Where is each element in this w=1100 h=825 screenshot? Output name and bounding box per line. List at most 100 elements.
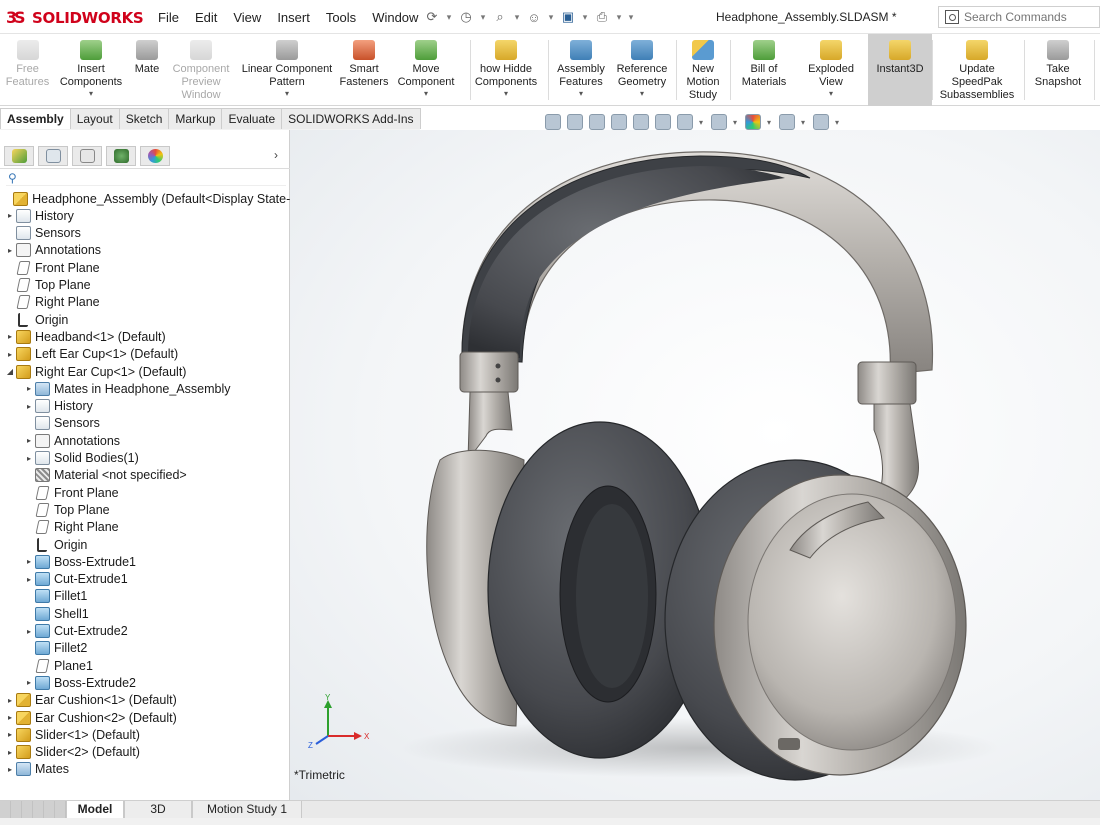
expand-icon[interactable]: ▸ — [23, 627, 35, 636]
mate-button[interactable]: Mate — [128, 34, 166, 106]
tab-markup[interactable]: Markup — [168, 108, 223, 129]
tab-evaluate[interactable]: Evaluate — [221, 108, 283, 129]
tree-node[interactable]: Sensors — [4, 225, 81, 242]
property-manager-tab[interactable] — [38, 146, 68, 166]
expand-icon[interactable]: ▸ — [23, 454, 35, 463]
chevron-down-icon[interactable]: ▾ — [801, 118, 807, 127]
tab-3d-views[interactable]: 3D Views — [124, 801, 192, 825]
tab-scroll-arrows[interactable] — [0, 801, 66, 818]
expand-icon[interactable]: ▸ — [23, 402, 35, 411]
insert-components-button[interactable]: Insert Components ▾ — [58, 34, 124, 106]
zoom-to-area-icon[interactable] — [567, 114, 583, 130]
chevron-down-icon[interactable]: ▾ — [579, 89, 583, 99]
linear-component-pattern-button[interactable]: Linear Component Pattern ▾ — [240, 34, 334, 106]
expand-icon[interactable]: ▸ — [23, 678, 35, 687]
chevron-right-icon[interactable]: › — [274, 148, 278, 162]
chevron-down-icon[interactable]: ▾ — [767, 118, 773, 127]
new-motion-study-button[interactable]: New Motion Study — [680, 34, 726, 106]
tree-node[interactable]: Top Plane — [23, 501, 110, 518]
tree-node[interactable]: Fillet1 — [23, 588, 87, 605]
expand-icon[interactable]: ▸ — [4, 350, 16, 359]
tree-node[interactable]: ▸ Cut-Extrude1 — [23, 571, 128, 588]
tree-node[interactable]: ◢ Right Ear Cup<1> (Default) — [4, 363, 186, 380]
tab-layout[interactable]: Layout — [69, 108, 120, 129]
tree-node[interactable]: Headphone_Assembly (Default<Display Stat… — [1, 190, 309, 207]
display-style-icon[interactable] — [677, 114, 693, 130]
tree-node[interactable]: Fillet2 — [23, 640, 87, 657]
chevron-down-icon[interactable]: ▾ — [512, 12, 522, 23]
chevron-down-icon[interactable]: ▾ — [478, 12, 488, 23]
take-snapshot-button[interactable]: Take Snapshot — [1030, 34, 1086, 106]
headphone-model[interactable] — [290, 130, 1100, 800]
show-hidden-components-button[interactable]: how Hidde Components ▾ — [475, 34, 537, 106]
chevron-down-icon[interactable]: ▾ — [546, 12, 556, 23]
menu-insert[interactable]: Insert — [269, 10, 318, 25]
menu-file[interactable]: File — [150, 10, 187, 25]
tree-node[interactable]: Right Plane — [23, 519, 119, 536]
view-orientation-icon[interactable] — [655, 114, 671, 130]
tree-node[interactable]: Plane1 — [23, 657, 93, 674]
edit-appearance-icon[interactable] — [745, 114, 761, 130]
expand-icon[interactable]: ▸ — [23, 575, 35, 584]
chevron-down-icon[interactable]: ▾ — [829, 89, 833, 99]
tree-filter[interactable]: ⚲ — [6, 170, 286, 186]
chevron-down-icon[interactable]: ▾ — [89, 89, 93, 99]
tree-node[interactable]: ▸ Slider<1> (Default) — [4, 726, 140, 743]
previous-view-icon[interactable] — [589, 114, 605, 130]
tree-node[interactable]: ▸ Headband<1> (Default) — [4, 328, 166, 345]
expand-icon[interactable]: ▸ — [4, 765, 16, 774]
options-icon[interactable]: ◷ — [456, 7, 476, 27]
hide-show-items-icon[interactable] — [711, 114, 727, 130]
tab-solidworks-add-ins[interactable]: SOLIDWORKS Add-Ins — [281, 108, 421, 129]
tree-node[interactable]: ▸ Boss-Extrude1 — [23, 553, 136, 570]
select-icon[interactable]: ⌕ — [490, 7, 510, 27]
expand-icon[interactable]: ▸ — [4, 696, 16, 705]
component-preview-window-button[interactable]: Component Preview Window — [170, 34, 232, 106]
tree-node[interactable]: ▸ History — [4, 207, 74, 224]
tree-node[interactable]: ▸ Mates — [4, 761, 69, 778]
chevron-down-icon[interactable]: ▾ — [504, 89, 508, 99]
tree-node[interactable]: ▸ Ear Cushion<2> (Default) — [4, 709, 177, 726]
chevron-down-icon[interactable]: ▾ — [835, 118, 841, 127]
configuration-manager-tab[interactable] — [72, 146, 102, 166]
tree-node[interactable]: ▸ Left Ear Cup<1> (Default) — [4, 346, 178, 363]
tree-node[interactable]: ▸ Slider<2> (Default) — [4, 744, 140, 761]
instant3d-button[interactable]: Instant3D — [868, 34, 932, 106]
tab-assembly[interactable]: Assembly — [0, 108, 71, 129]
menu-view[interactable]: View — [225, 10, 269, 25]
feature-manager-tab[interactable] — [4, 146, 34, 166]
chevron-down-icon[interactable]: ▾ — [424, 89, 428, 99]
search-input[interactable] — [964, 10, 1094, 24]
smart-fasteners-button[interactable]: Smart Fasteners — [338, 34, 390, 106]
tree-node[interactable]: Front Plane — [23, 484, 119, 501]
tree-node[interactable]: Right Plane — [4, 294, 100, 311]
expand-icon[interactable]: ▸ — [4, 211, 16, 220]
tree-node[interactable]: Front Plane — [4, 259, 100, 276]
chevron-down-icon[interactable]: ▾ — [580, 12, 590, 23]
right-ear-cup-face[interactable] — [747, 493, 957, 751]
exploded-view-button[interactable]: Exploded View ▾ — [796, 34, 866, 106]
expand-icon[interactable]: ▸ — [4, 730, 16, 739]
reference-geometry-button[interactable]: Reference Geometry ▾ — [612, 34, 672, 106]
tab-motion-study-1[interactable]: Motion Study 1 — [192, 801, 302, 818]
tree-node[interactable]: ▸ Boss-Extrude2 — [23, 674, 136, 691]
print-icon[interactable]: ⎙ — [592, 7, 612, 27]
menu-window[interactable]: Window — [364, 10, 426, 25]
chevron-down-icon[interactable]: ▾ — [444, 12, 454, 23]
tree-node[interactable]: ▸ History — [23, 398, 93, 415]
expand-icon[interactable]: ▸ — [23, 384, 35, 393]
tree-node[interactable]: Top Plane — [4, 277, 91, 294]
left-slider-block[interactable] — [459, 351, 519, 393]
solidworks-logo[interactable]: 3S SOLIDWORKS — [6, 8, 144, 28]
tree-node[interactable]: ▸ Annotations — [4, 242, 101, 259]
tab-sketch[interactable]: Sketch — [118, 108, 170, 129]
zoom-to-fit-icon[interactable] — [545, 114, 561, 130]
search-commands[interactable] — [938, 6, 1100, 28]
move-component-button[interactable]: Move Component ▾ — [394, 34, 458, 106]
tree-node[interactable]: Origin — [4, 311, 68, 328]
dynamic-annotation-icon[interactable] — [633, 114, 649, 130]
chevron-down-icon[interactable]: ▾ — [614, 12, 624, 23]
tree-node[interactable]: ▸ Ear Cushion<1> (Default) — [4, 692, 177, 709]
update-speedpak-button[interactable]: Update SpeedPak Subassemblies — [936, 34, 1018, 106]
chevron-down-icon[interactable]: ▾ — [699, 118, 705, 127]
